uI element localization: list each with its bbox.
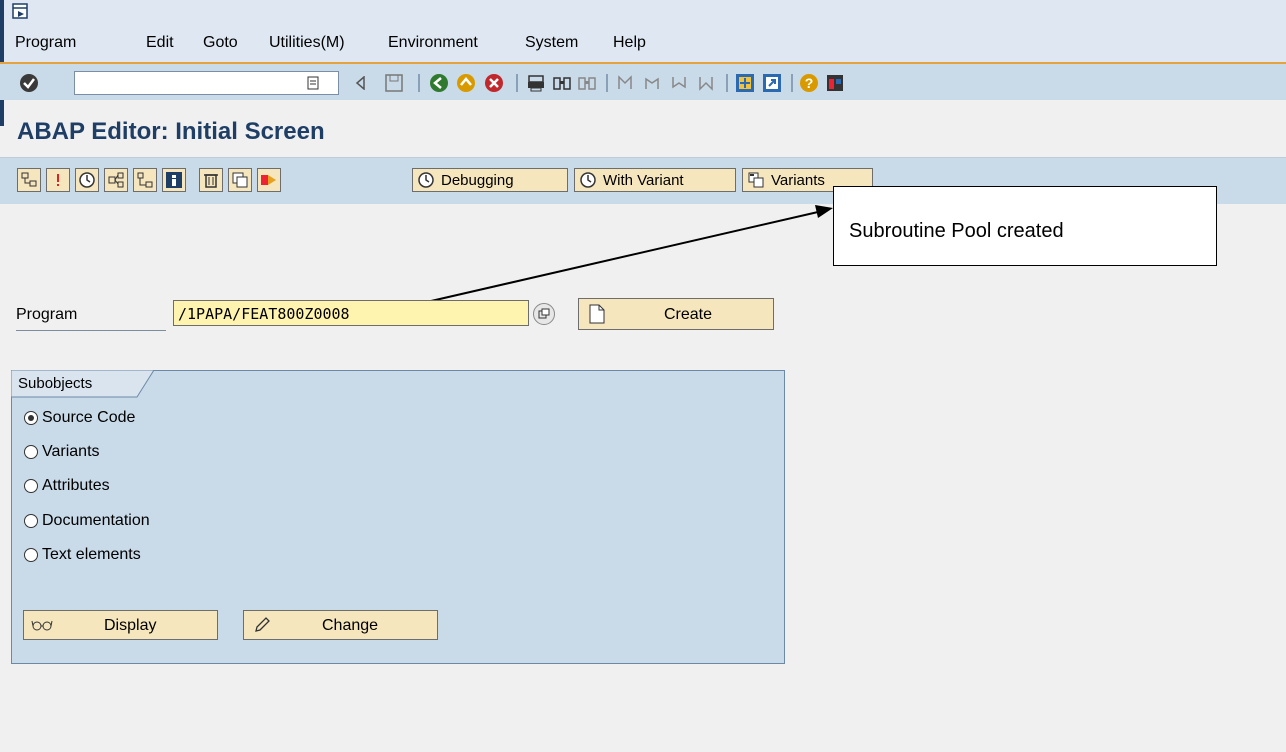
execute-button[interactable] [75, 168, 99, 192]
new-document-icon [589, 304, 605, 324]
rename-icon [261, 175, 276, 185]
info-icon [166, 172, 182, 188]
annotation-callout: Subroutine Pool created [833, 186, 1217, 266]
svg-text:?: ? [805, 75, 814, 91]
debugging-label: Debugging [441, 171, 514, 189]
create-session-icon[interactable] [734, 72, 756, 94]
page-title: ABAP Editor: Initial Screen [17, 118, 325, 145]
display-label: Display [104, 617, 157, 634]
callout-text: Subroutine Pool created [849, 220, 1064, 242]
menu-help[interactable]: Help [613, 34, 646, 52]
radio-button-selected[interactable] [24, 411, 38, 425]
radio-button[interactable] [24, 514, 38, 528]
layout-menu-icon[interactable] [824, 72, 846, 94]
last-page-icon[interactable] [695, 72, 717, 94]
pencil-icon [255, 617, 270, 632]
cancel-icon[interactable] [483, 72, 505, 94]
trash-icon [204, 174, 218, 188]
change-button[interactable]: Change [243, 610, 438, 640]
clock-icon [580, 172, 596, 188]
rename-button[interactable] [257, 168, 281, 192]
variants-label: Variants [771, 171, 825, 189]
find-next-icon[interactable] [576, 72, 598, 94]
menu-program[interactable]: Program [15, 34, 76, 52]
save-icon[interactable] [383, 72, 405, 94]
previous-page-icon[interactable] [641, 72, 663, 94]
object-list-icon [137, 172, 153, 188]
hierarchy-icon [21, 172, 37, 187]
menu-environment[interactable]: Environment [388, 34, 478, 52]
clock-icon [418, 172, 434, 188]
menu-bar: Program Edit Goto Utilities(M) Environme… [0, 0, 1286, 126]
clock-icon [79, 172, 95, 188]
find-icon[interactable] [551, 72, 573, 94]
radio-button[interactable] [24, 479, 38, 493]
group-title: Subobjects [18, 375, 93, 392]
radio-variants[interactable]: Variants [24, 443, 100, 461]
radio-text-elements[interactable]: Text elements [24, 546, 141, 564]
help-icon[interactable]: ? [798, 72, 820, 94]
program-label: Program [16, 306, 166, 331]
menu-edit[interactable]: Edit [146, 34, 174, 52]
back-icon[interactable] [428, 72, 450, 94]
command-history-icon[interactable] [302, 72, 324, 94]
exit-icon[interactable] [455, 72, 477, 94]
radio-source-code[interactable]: Source Code [24, 409, 135, 427]
with-variant-label: With Variant [603, 171, 684, 189]
exclamation-icon [57, 174, 59, 186]
menu-goto[interactable]: Goto [203, 34, 238, 52]
command-field[interactable] [74, 71, 339, 95]
program-input[interactable]: /1PAPA/FEAT800Z0008 [173, 300, 529, 326]
other-object-button[interactable] [17, 168, 41, 192]
value-help-icon [538, 308, 550, 319]
debugging-button[interactable]: Debugging [412, 168, 568, 192]
system-menu-icon[interactable] [12, 3, 29, 20]
radio-button[interactable] [24, 445, 38, 459]
next-page-icon[interactable] [668, 72, 690, 94]
delete-button[interactable] [199, 168, 223, 192]
glasses-icon [31, 620, 53, 631]
object-list-button[interactable] [133, 168, 157, 192]
enter-icon[interactable] [18, 72, 40, 94]
variants-icon [748, 172, 764, 188]
with-variant-button[interactable]: With Variant [574, 168, 736, 192]
radio-button[interactable] [24, 548, 38, 562]
shortcut-icon[interactable] [761, 72, 783, 94]
first-page-icon[interactable] [614, 72, 636, 94]
menu-utilities[interactable]: Utilities(M) [269, 34, 345, 52]
print-icon[interactable] [525, 72, 547, 94]
standard-toolbar: ? [0, 62, 1286, 100]
check-button[interactable] [46, 168, 70, 192]
display-button[interactable]: Display [23, 610, 218, 640]
copy-button[interactable] [228, 168, 252, 192]
create-button[interactable]: Create [578, 298, 774, 330]
information-button[interactable] [162, 168, 186, 192]
change-label: Change [322, 617, 379, 634]
create-label: Create [664, 306, 713, 323]
radio-attributes[interactable]: Attributes [24, 477, 110, 495]
radio-documentation[interactable]: Documentation [24, 512, 150, 530]
menu-system[interactable]: System [525, 34, 578, 52]
value-help-button[interactable] [533, 303, 555, 325]
copy-icon [232, 172, 248, 188]
subobjects-group: Subobjects Source Code Variants Attribut… [11, 370, 785, 664]
where-used-button[interactable] [104, 168, 128, 192]
where-used-icon [108, 172, 124, 188]
arrow-left-icon[interactable] [350, 72, 372, 94]
